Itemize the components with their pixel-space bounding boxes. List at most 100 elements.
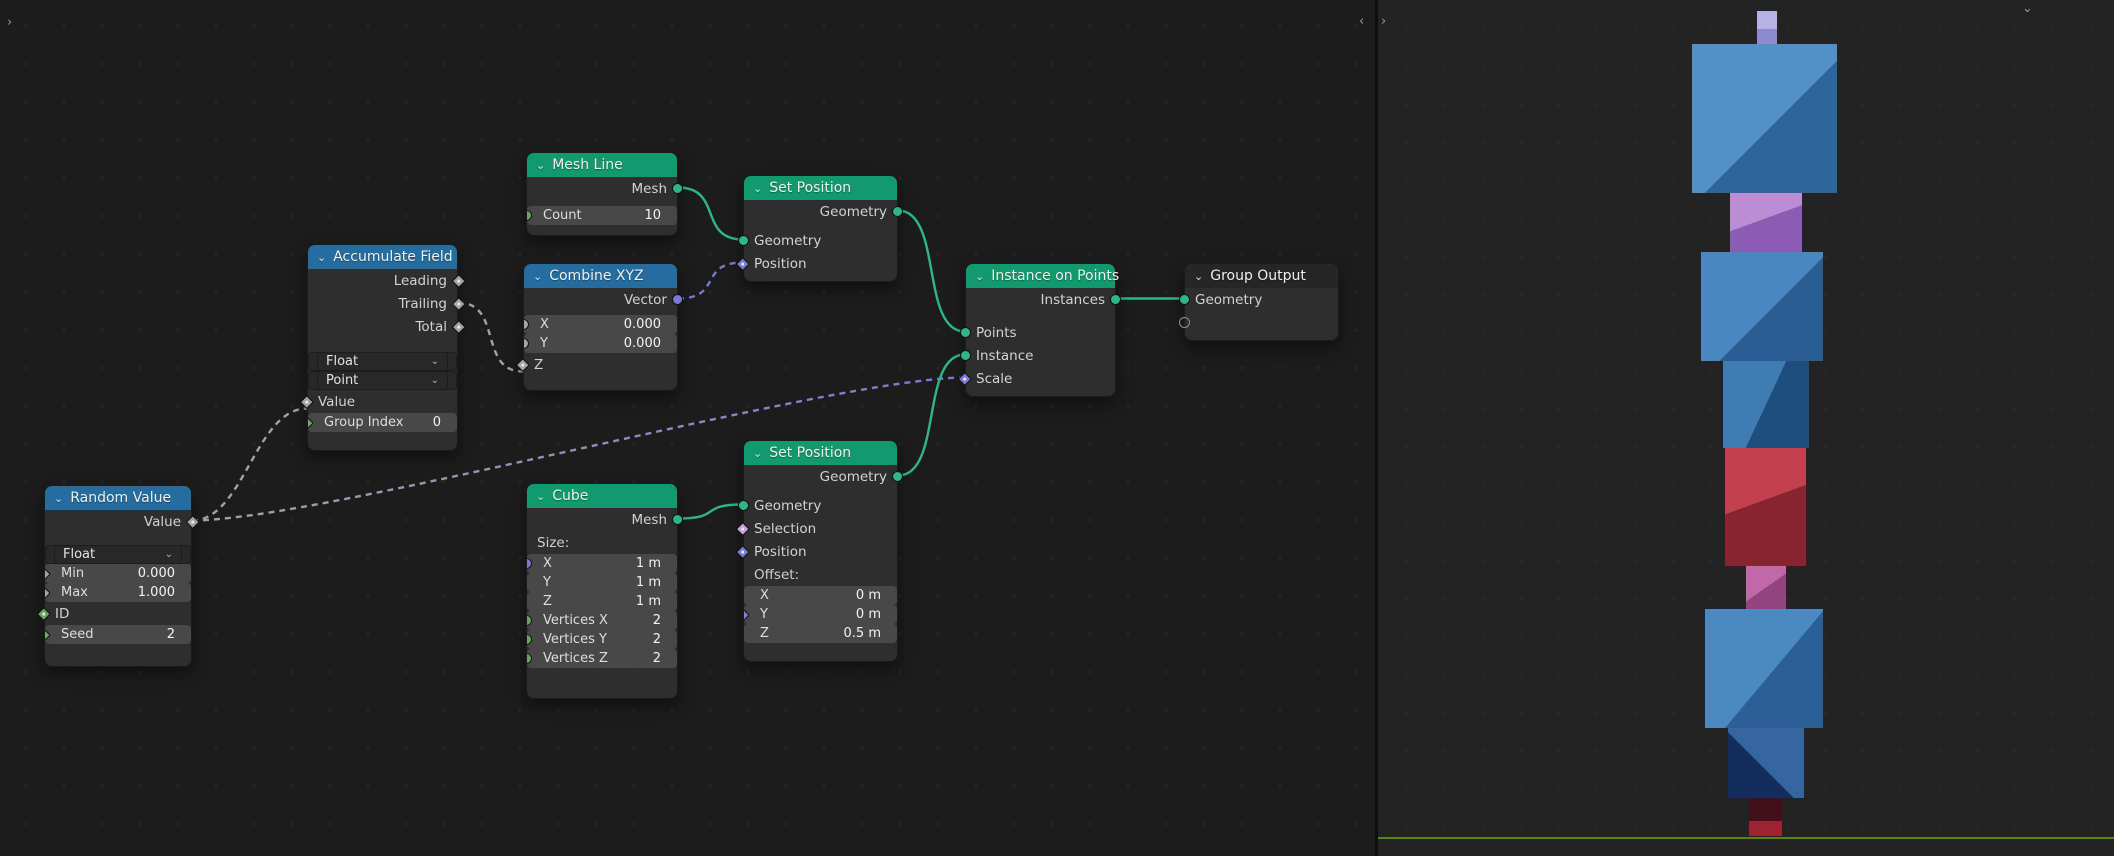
instance-cube-1[interactable] — [1692, 44, 1837, 193]
field-y[interactable]: Y0.000 — [532, 334, 669, 353]
node-header[interactable]: ⌄Set Position — [744, 176, 897, 200]
socket-z-input[interactable] — [516, 358, 529, 371]
socket-position-input[interactable] — [736, 545, 749, 558]
socket-vertices-y-input[interactable] — [527, 634, 532, 645]
node-header[interactable]: ⌄Group Output — [1185, 264, 1338, 288]
field-y[interactable]: Y0 m — [752, 605, 889, 624]
socket-vertices-x-input[interactable] — [527, 615, 532, 626]
viewport-corner-chevron-icon[interactable]: ⌄ — [2022, 2, 2033, 15]
socket-max-input[interactable] — [45, 586, 50, 599]
socket-value-output[interactable] — [186, 515, 199, 528]
field-x[interactable]: X1 m — [535, 554, 669, 573]
node-header[interactable]: ⌄Instance on Points — [966, 264, 1115, 288]
socket-x-input[interactable] — [527, 558, 532, 569]
dropdown-float[interactable]: Float⌄ — [54, 545, 182, 564]
instance-cube-2[interactable] — [1730, 193, 1802, 252]
collapse-chevron-icon[interactable]: ⌄ — [317, 252, 326, 263]
node-instance-on-points[interactable]: ⌄Instance on PointsInstancesPointsInstan… — [965, 263, 1116, 397]
node-header[interactable]: ⌄Accumulate Field — [308, 245, 457, 269]
field-y[interactable]: Y1 m — [535, 573, 669, 592]
instance-cube-8[interactable] — [1728, 728, 1804, 798]
socket-mesh-output[interactable] — [672, 514, 683, 525]
socket-vector-output[interactable] — [672, 294, 683, 305]
socket-geometry-input[interactable] — [738, 500, 749, 511]
socket-count-input[interactable] — [527, 210, 532, 221]
field-vertices-z[interactable]: Vertices Z2 — [535, 649, 669, 668]
node-header[interactable]: ⌄Cube — [527, 484, 677, 508]
editor-corner-arrow-icon[interactable]: › — [7, 16, 12, 29]
field-group-index[interactable]: Group Index0 — [316, 413, 449, 432]
socket-leading-output[interactable] — [452, 274, 465, 287]
collapse-chevron-icon[interactable]: ⌄ — [54, 493, 63, 504]
node-mesh-line[interactable]: ⌄Mesh LineMeshCount10 — [526, 152, 678, 236]
socket-instances-output[interactable] — [1110, 294, 1121, 305]
dropdown-point[interactable]: Point⌄ — [317, 371, 448, 390]
socket-vertices-z-input[interactable] — [527, 653, 532, 664]
socket-value-input[interactable] — [300, 395, 313, 408]
field-z[interactable]: Z0.5 m — [752, 624, 889, 643]
collapse-chevron-icon[interactable]: ⌄ — [533, 271, 542, 282]
socket-x-input[interactable] — [524, 319, 529, 330]
field-z[interactable]: Z1 m — [535, 592, 669, 611]
field-value: 2 — [167, 627, 175, 642]
field-vertices-x[interactable]: Vertices X2 — [535, 611, 669, 630]
node-set-position-1[interactable]: ⌄Set PositionGeometryGeometryPosition — [743, 175, 898, 282]
socket-geometry-input[interactable] — [738, 235, 749, 246]
geometry-nodes-editor[interactable]: ⌄Random ValueValueFloat⌄Min0.000Max1.000… — [0, 0, 1375, 856]
divider-right-handle-icon[interactable]: › — [1381, 15, 1386, 28]
divider-left-handle-icon[interactable]: ‹ — [1359, 15, 1364, 28]
node-combine-xyz[interactable]: ⌄Combine XYZVectorX0.000Y0.000Z — [523, 263, 678, 391]
node-group-output[interactable]: ⌄Group OutputGeometry — [1184, 263, 1339, 341]
instance-cube-9[interactable] — [1749, 798, 1782, 836]
collapse-chevron-icon[interactable]: ⌄ — [975, 271, 984, 282]
socket-total-output[interactable] — [452, 320, 465, 333]
input-row-geometry: Geometry — [1185, 288, 1338, 311]
instance-cube-5[interactable] — [1725, 448, 1806, 566]
collapse-chevron-icon[interactable]: ⌄ — [536, 160, 545, 171]
collapse-chevron-icon[interactable]: ⌄ — [1194, 271, 1203, 282]
viewport-3d[interactable] — [1378, 0, 2114, 856]
socket-scale-input[interactable] — [958, 372, 971, 385]
field-vertices-y[interactable]: Vertices Y2 — [535, 630, 669, 649]
node-header[interactable]: ⌄Set Position — [744, 441, 897, 465]
field-x[interactable]: X0.000 — [532, 315, 669, 334]
field-min[interactable]: Min0.000 — [53, 564, 183, 583]
instance-cube-4[interactable] — [1723, 361, 1809, 448]
socket-points-input[interactable] — [960, 327, 971, 338]
editor-divider[interactable] — [1375, 0, 1378, 856]
socket-trailing-output[interactable] — [452, 297, 465, 310]
node-random-value[interactable]: ⌄Random ValueValueFloat⌄Min0.000Max1.000… — [44, 485, 192, 667]
socket-y-input[interactable] — [744, 608, 749, 621]
dropdown-float[interactable]: Float⌄ — [317, 352, 448, 371]
socket-y-input[interactable] — [524, 338, 529, 349]
node-header[interactable]: ⌄Combine XYZ — [524, 264, 677, 288]
socket-group-index-input[interactable] — [308, 416, 313, 429]
field-x[interactable]: X0 m — [752, 586, 889, 605]
instance-cube-6[interactable] — [1746, 566, 1786, 609]
socket-position-input[interactable] — [736, 257, 749, 270]
field-max[interactable]: Max1.000 — [53, 583, 183, 602]
node-header[interactable]: ⌄Mesh Line — [527, 153, 677, 177]
socket-virtual-input[interactable] — [1179, 317, 1190, 328]
socket-geometry-output[interactable] — [892, 206, 903, 217]
node-set-position-2[interactable]: ⌄Set PositionGeometryGeometrySelectionPo… — [743, 440, 898, 662]
socket-min-input[interactable] — [45, 567, 50, 580]
field-seed[interactable]: Seed2 — [53, 625, 183, 644]
field-count[interactable]: Count10 — [535, 206, 669, 225]
node-accumulate-field[interactable]: ⌄Accumulate FieldLeadingTrailingTotalFlo… — [307, 244, 458, 451]
collapse-chevron-icon[interactable]: ⌄ — [753, 448, 762, 459]
node-cube[interactable]: ⌄CubeMeshSize:X1 mY1 mZ1 mVertices X2Ver… — [526, 483, 678, 699]
collapse-chevron-icon[interactable]: ⌄ — [753, 183, 762, 194]
socket-instance-input[interactable] — [960, 350, 971, 361]
instance-cube-7[interactable] — [1705, 609, 1823, 728]
node-header[interactable]: ⌄Random Value — [45, 486, 191, 510]
collapse-chevron-icon[interactable]: ⌄ — [536, 491, 545, 502]
socket-mesh-output[interactable] — [672, 183, 683, 194]
instance-cube-top-line[interactable] — [1757, 11, 1777, 44]
socket-geometry-output[interactable] — [892, 471, 903, 482]
socket-seed-input[interactable] — [45, 628, 50, 641]
socket-id-input[interactable] — [37, 607, 50, 620]
instance-cube-3[interactable] — [1701, 252, 1823, 361]
socket-geometry-input[interactable] — [1179, 294, 1190, 305]
socket-selection-input[interactable] — [736, 522, 749, 535]
